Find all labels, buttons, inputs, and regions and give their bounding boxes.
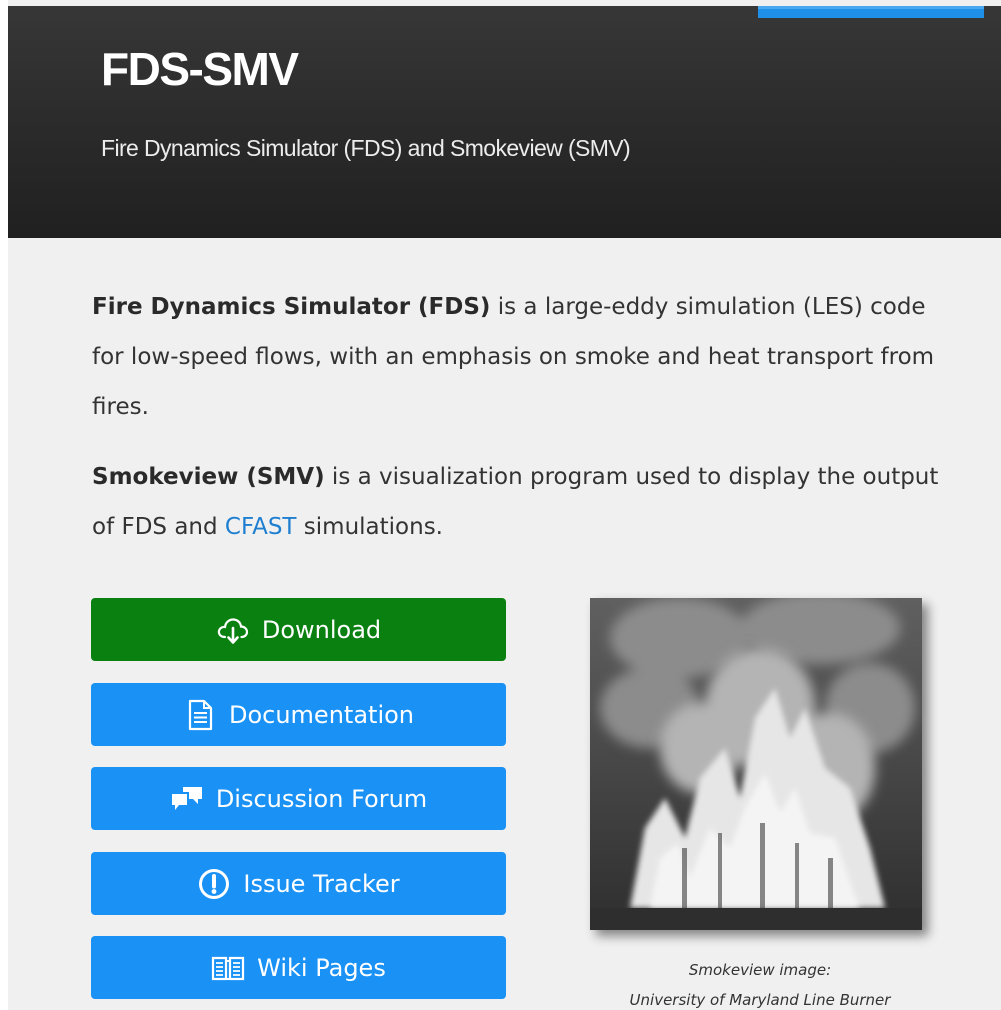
smv-term: Smokeview (SMV)	[92, 464, 325, 490]
site-title[interactable]: FDS-SMV	[101, 39, 299, 99]
documentation-button-label: Documentation	[228, 700, 414, 729]
wiki-pages-button[interactable]: Wiki Pages	[91, 936, 506, 999]
site-header: FDS-SMV Fire Dynamics Simulator (FDS) an…	[8, 6, 1001, 238]
cloud-download-icon	[216, 613, 250, 647]
issue-tracker-button-label: Issue Tracker	[243, 869, 400, 898]
discussion-forum-button-label: Discussion Forum	[215, 784, 428, 813]
smv-description-tail: simulations.	[296, 514, 443, 540]
discussion-forum-button[interactable]: Discussion Forum	[91, 767, 506, 830]
smokeview-image	[590, 598, 922, 930]
chat-bubbles-icon	[170, 782, 204, 816]
fds-term: Fire Dynamics Simulator (FDS)	[92, 294, 491, 320]
issue-tracker-button[interactable]: Issue Tracker	[91, 852, 506, 915]
documentation-button[interactable]: Documentation	[91, 683, 506, 746]
wiki-pages-button-label: Wiki Pages	[257, 953, 386, 982]
download-button-label: Download	[261, 615, 382, 644]
page: FDS-SMV Fire Dynamics Simulator (FDS) an…	[0, 0, 1001, 1010]
fds-description: Fire Dynamics Simulator (FDS) is a large…	[92, 282, 962, 432]
download-button[interactable]: Download	[91, 598, 506, 661]
site-subtitle: Fire Dynamics Simulator (FDS) and Smokev…	[101, 135, 631, 161]
image-caption-line1: Smokeview image:	[688, 961, 832, 979]
exclamation-circle-icon	[197, 867, 231, 901]
image-caption: Smokeview image: University of Maryland …	[540, 955, 980, 1010]
document-icon	[183, 698, 217, 732]
header-accent-tab[interactable]	[758, 6, 984, 18]
cfast-link[interactable]: CFAST	[225, 514, 297, 540]
open-book-icon	[211, 951, 245, 985]
image-caption-line2: University of Maryland Line Burner	[629, 991, 891, 1009]
smv-description: Smokeview (SMV) is a visualization progr…	[92, 452, 962, 552]
